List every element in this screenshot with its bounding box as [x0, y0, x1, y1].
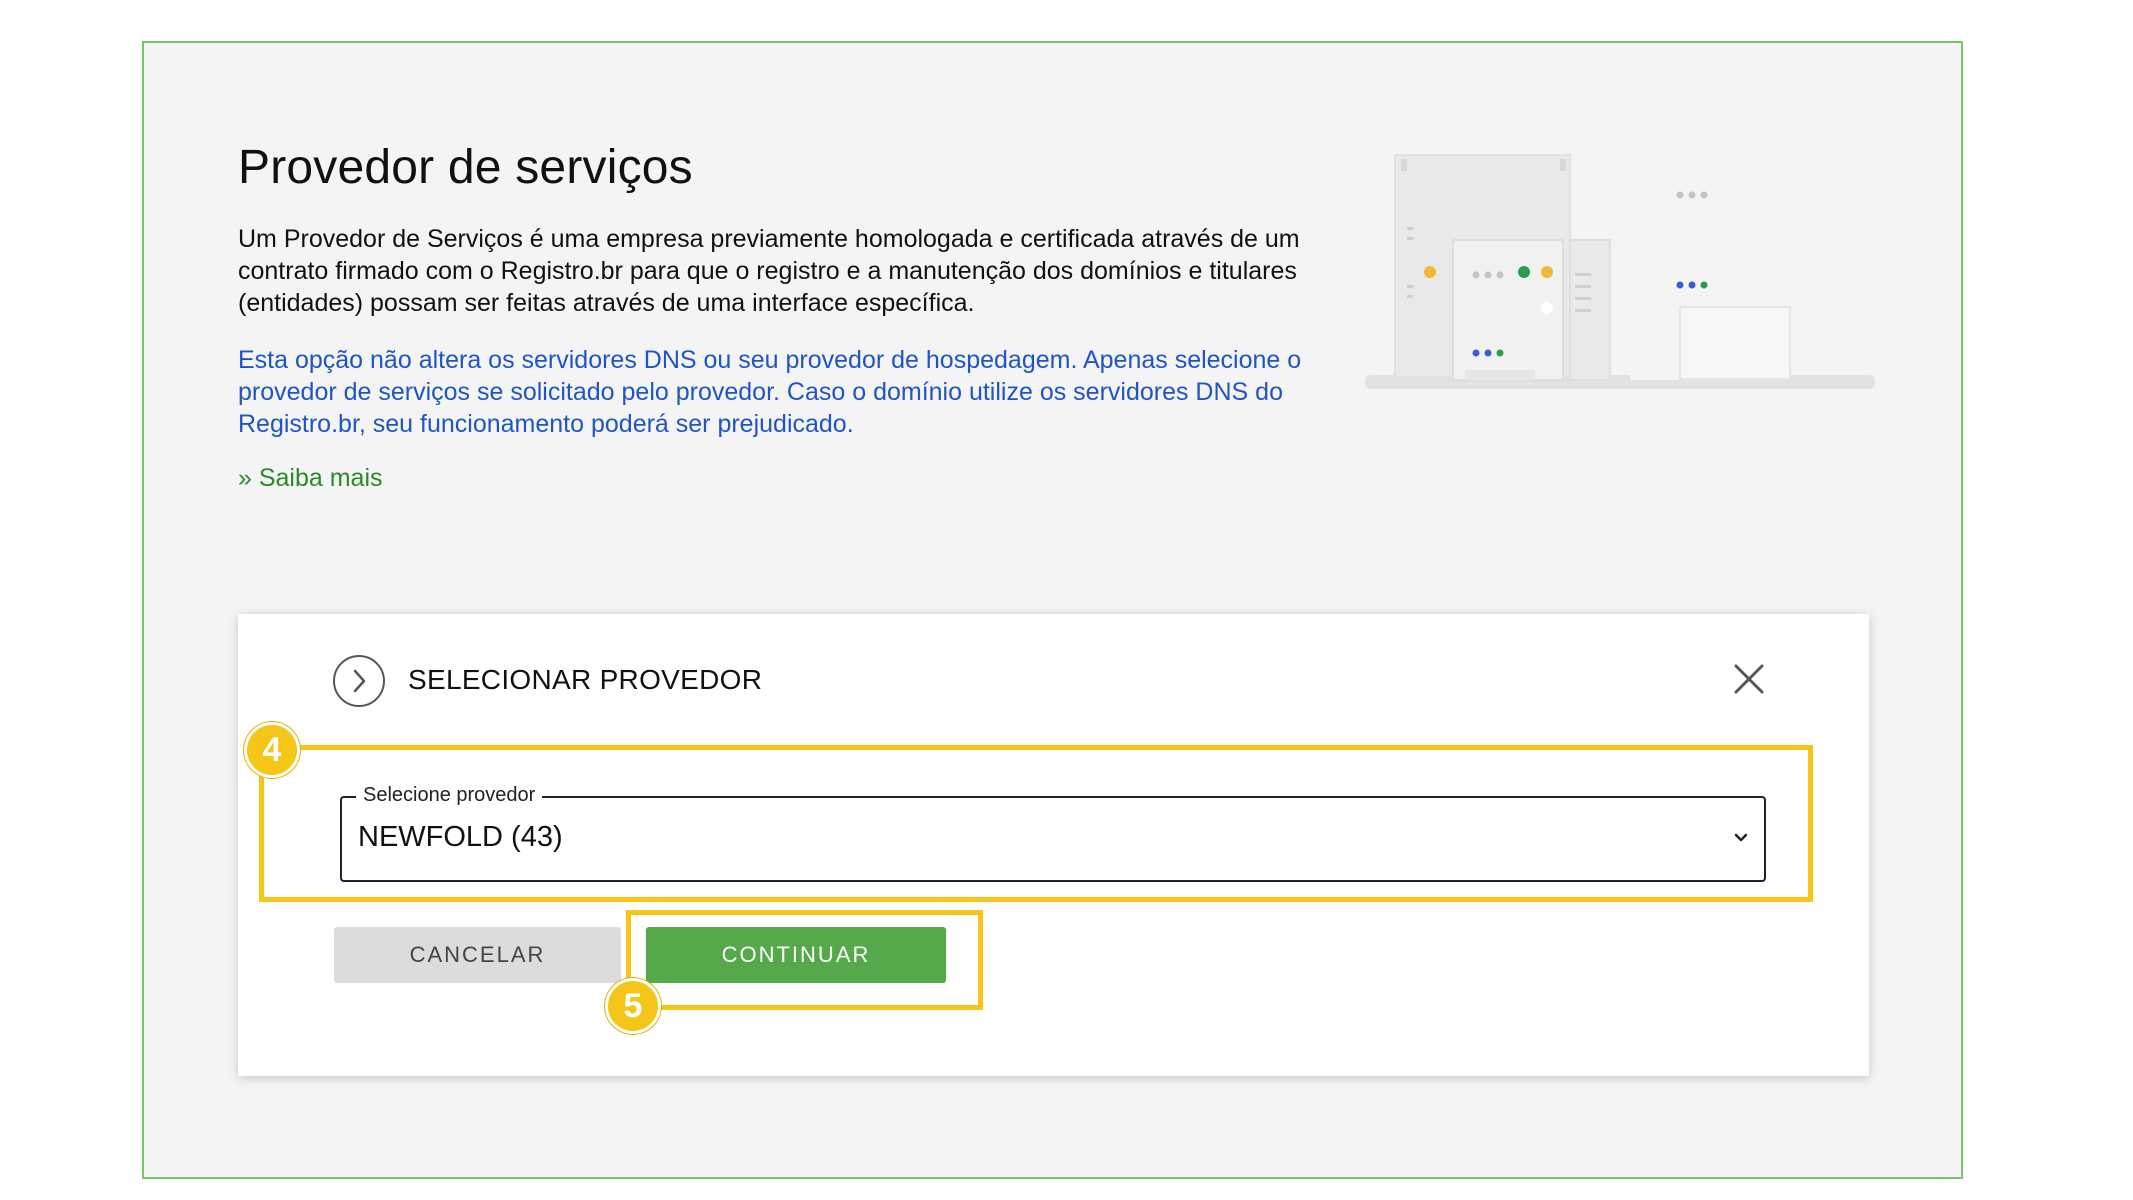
modal-title: SELECIONAR PROVEDOR	[408, 664, 763, 695]
intro-text: Um Provedor de Serviços é uma empresa pr…	[238, 225, 1300, 317]
provider-select-label: Selecione provedor	[356, 784, 543, 807]
provider-select-value: NEWFOLD (43)	[358, 821, 563, 853]
chevron-down-icon[interactable]	[1730, 826, 1752, 848]
step-5-badge: 5	[605, 978, 661, 1034]
close-icon[interactable]	[1730, 660, 1768, 698]
cancel-button[interactable]: CANCELAR	[334, 927, 621, 983]
step-4-badge: 4	[244, 722, 300, 778]
chevron-right-circle-icon	[333, 655, 385, 707]
learn-more-link[interactable]: » Saiba mais	[238, 464, 383, 493]
page-title: Provedor de serviços	[238, 141, 693, 194]
step-5-highlight	[626, 910, 983, 1010]
warning-text: Esta opção não altera os servidores DNS …	[238, 346, 1302, 438]
servers-illustration	[1365, 150, 1875, 389]
